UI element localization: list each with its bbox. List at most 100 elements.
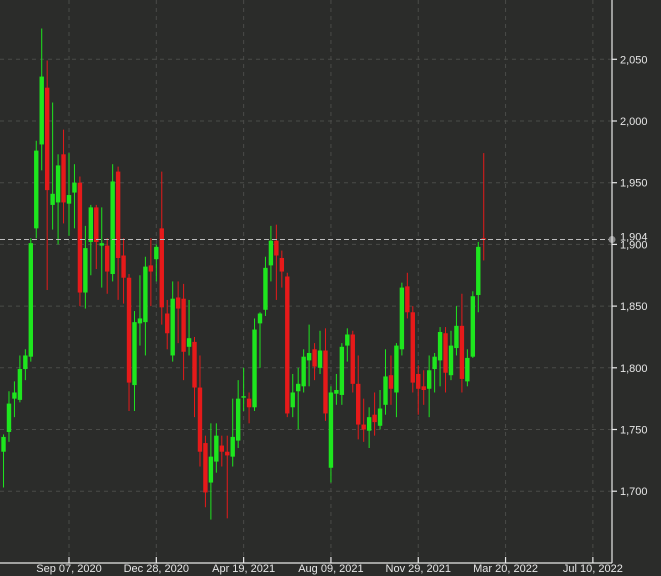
- candle-body: [459, 325, 465, 379]
- candle-body: [83, 248, 88, 293]
- candle-body: [39, 76, 44, 145]
- candle-body: [99, 243, 104, 246]
- candle-body: [88, 207, 94, 242]
- candle-body: [323, 350, 328, 414]
- candle-body: [110, 181, 115, 275]
- candle-body: [126, 277, 132, 383]
- candle-body: [94, 207, 99, 242]
- candle-body: [416, 373, 421, 389]
- candle-body: [197, 387, 203, 452]
- candle-body: [203, 443, 208, 493]
- candle-body: [165, 313, 170, 334]
- candle-up: [470, 291, 476, 358]
- candle-body: [17, 369, 23, 400]
- candle-body: [263, 267, 268, 310]
- candle-body: [339, 346, 345, 395]
- candle-body: [246, 398, 252, 408]
- candle-down: [410, 306, 415, 393]
- candle-down: [285, 272, 290, 418]
- candle-body: [159, 228, 164, 308]
- y-tick-label: 1,900: [620, 239, 648, 251]
- candle-body: [1, 436, 6, 452]
- candle-body: [104, 245, 110, 272]
- candle-body: [77, 182, 83, 293]
- candle-body: [208, 456, 214, 483]
- candle-body: [181, 298, 186, 352]
- candle-body: [345, 334, 350, 346]
- candle-body: [252, 329, 257, 408]
- candle-body: [312, 349, 317, 367]
- candle-body: [334, 390, 339, 394]
- candle-body: [470, 296, 476, 357]
- candle-body: [290, 392, 295, 408]
- candle-body: [154, 246, 159, 260]
- candle-body: [443, 333, 448, 373]
- candle-up: [399, 282, 405, 356]
- y-tick-label: 2,000: [620, 116, 648, 128]
- candle-body: [295, 383, 301, 392]
- candle-body: [383, 376, 388, 405]
- candle-body: [66, 195, 72, 204]
- candle-body: [437, 332, 443, 361]
- y-tick-label: 1,850: [620, 301, 648, 313]
- candle-body: [350, 334, 355, 384]
- candle-down: [77, 176, 83, 307]
- candle-body: [12, 392, 17, 399]
- candle-body: [115, 171, 121, 258]
- candle-body: [366, 417, 372, 431]
- y-tick-label: 2,050: [620, 54, 648, 66]
- y-tick-label: 1,700: [620, 486, 648, 498]
- candle-body: [285, 276, 290, 414]
- candle-body: [465, 357, 470, 382]
- candle-body: [394, 345, 399, 393]
- candle-body: [34, 150, 39, 229]
- candle-up: [34, 140, 39, 239]
- candle-body: [55, 165, 61, 203]
- candle-body: [301, 356, 306, 387]
- candle-body: [175, 297, 181, 309]
- candle-body: [426, 370, 432, 389]
- candle-body: [361, 424, 366, 430]
- candle-up: [252, 318, 257, 411]
- candle-body: [454, 325, 459, 349]
- candlestick-chart: 1,904 1,7001,7501,8001,8501,9001,9502,00…: [0, 0, 661, 576]
- candle-body: [317, 350, 323, 368]
- candle-body: [421, 386, 426, 391]
- candle-down: [350, 330, 355, 393]
- candle-body: [132, 322, 137, 386]
- candle-body: [356, 383, 361, 425]
- x-tick-label: Dec 28, 2020: [124, 563, 189, 575]
- candle-body: [235, 398, 241, 441]
- candle-body: [306, 352, 312, 361]
- candle-body: [257, 313, 263, 324]
- y-tick-label: 1,950: [620, 178, 648, 190]
- candle-body: [192, 341, 197, 388]
- x-tick-label: Aug 09, 2021: [298, 563, 363, 575]
- candle-body: [448, 345, 454, 376]
- candle-body: [377, 408, 383, 426]
- x-tick-label: Jul 10, 2022: [563, 563, 623, 575]
- candle-body: [44, 87, 50, 191]
- candle-body: [328, 392, 334, 468]
- x-tick-label: Mar 20, 2022: [473, 563, 538, 575]
- x-tick-label: Nov 29, 2021: [386, 563, 451, 575]
- candle-body: [241, 396, 246, 398]
- candle-body: [61, 154, 66, 203]
- candle-body: [410, 312, 415, 383]
- candle-body: [186, 338, 192, 347]
- candle-body: [50, 193, 55, 205]
- candle-body: [170, 298, 175, 356]
- candle-body: [274, 240, 279, 256]
- candle-body: [72, 182, 77, 193]
- candle-body: [214, 435, 219, 462]
- candle-body: [279, 257, 285, 272]
- y-tick-label: 1,800: [620, 363, 648, 375]
- candle-body: [219, 445, 224, 452]
- candle-body: [399, 287, 405, 350]
- candle-body: [268, 240, 274, 266]
- candle-body: [476, 246, 481, 295]
- candle-body: [372, 414, 377, 423]
- candle-body: [143, 266, 148, 323]
- y-tick-label: 1,750: [620, 425, 648, 437]
- candle-up: [28, 238, 34, 362]
